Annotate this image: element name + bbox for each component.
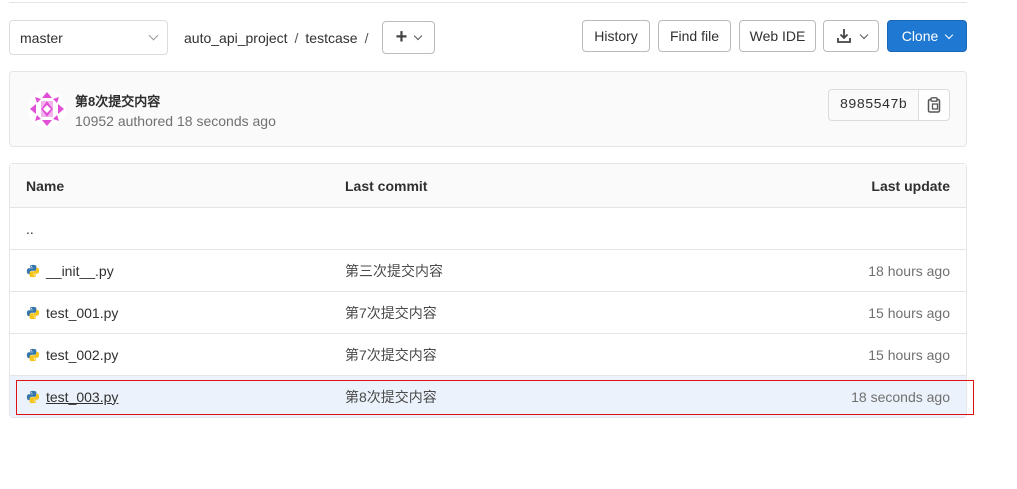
last-update-cell: 15 hours ago <box>868 304 950 321</box>
download-icon <box>836 29 851 43</box>
header-name: Name <box>26 177 65 194</box>
last-update-cell: 15 hours ago <box>868 346 950 363</box>
table-row[interactable]: test_002.py 第7次提交内容 15 hours ago <box>10 333 966 375</box>
file-link[interactable]: test_001.py <box>46 305 118 321</box>
last-update-cell: 18 seconds ago <box>851 388 950 405</box>
table-row[interactable]: test_003.py 第8次提交内容 18 seconds ago <box>10 375 966 417</box>
plus-icon: + <box>395 25 408 48</box>
chevron-down-icon <box>859 30 868 39</box>
python-file-icon <box>26 306 40 319</box>
file-name-cell: test_003.py <box>26 376 118 417</box>
header-last-update: Last update <box>871 177 950 194</box>
commit-message-cell[interactable]: 第8次提交内容 <box>345 376 437 417</box>
python-file-icon <box>26 390 40 403</box>
python-file-icon <box>26 348 40 361</box>
add-to-tree-dropdown[interactable]: + <box>382 21 435 54</box>
breadcrumb-folder[interactable]: testcase <box>305 30 357 46</box>
breadcrumb-project[interactable]: auto_api_project <box>184 30 288 46</box>
file-link[interactable]: test_002.py <box>46 347 118 363</box>
commit-author[interactable]: 10952 <box>75 113 114 129</box>
commit-time: 18 seconds ago <box>177 113 276 129</box>
commit-authored-text: authored <box>117 113 174 129</box>
parent-directory-row[interactable]: .. <box>10 207 966 249</box>
history-label: History <box>594 28 638 44</box>
commit-meta: 10952 authored 18 seconds ago <box>75 113 276 129</box>
file-link[interactable]: test_003.py <box>46 389 118 405</box>
table-row[interactable]: __init__.py 第三次提交内容 18 hours ago <box>10 249 966 291</box>
branch-select[interactable]: master <box>9 20 168 55</box>
clone-label: Clone <box>901 28 939 44</box>
table-header: Name Last commit Last update <box>10 164 966 207</box>
file-name-cell: test_002.py <box>26 334 118 375</box>
chevron-down-icon <box>414 31 423 41</box>
top-divider <box>9 2 967 3</box>
branch-name: master <box>20 29 63 46</box>
repo-toolbar: master auto_api_project / testcase / + H… <box>9 20 967 55</box>
history-button[interactable]: History <box>582 20 650 52</box>
chevron-down-icon <box>148 30 159 41</box>
file-name-cell: __init__.py <box>26 250 114 291</box>
download-dropdown[interactable] <box>823 20 879 52</box>
clipboard-icon <box>927 97 941 113</box>
commit-sha-group: 8985547b <box>827 89 950 121</box>
chevron-down-icon <box>945 30 954 39</box>
breadcrumb-separator: / <box>364 29 369 46</box>
breadcrumb: auto_api_project / testcase / <box>184 20 375 55</box>
python-file-icon <box>26 264 40 277</box>
commit-message-cell[interactable]: 第7次提交内容 <box>345 334 437 375</box>
file-link[interactable]: __init__.py <box>46 263 114 279</box>
last-update-cell: 18 hours ago <box>868 262 950 279</box>
find-file-label: Find file <box>669 28 720 44</box>
clone-dropdown[interactable]: Clone <box>887 20 967 52</box>
file-name-cell: test_001.py <box>26 292 118 333</box>
file-tree-table: Name Last commit Last update .. __init__… <box>9 163 967 418</box>
commit-sha[interactable]: 8985547b <box>827 89 918 121</box>
commit-message-cell[interactable]: 第三次提交内容 <box>345 250 443 291</box>
web-ide-label: Web IDE <box>749 28 806 44</box>
identicon-avatar[interactable] <box>27 89 67 129</box>
parent-directory-link[interactable]: .. <box>26 208 34 249</box>
header-last-commit: Last commit <box>345 177 428 194</box>
copy-sha-button[interactable] <box>918 89 950 121</box>
table-row[interactable]: test_001.py 第7次提交内容 15 hours ago <box>10 291 966 333</box>
web-ide-button[interactable]: Web IDE <box>739 20 816 52</box>
commit-message-cell[interactable]: 第7次提交内容 <box>345 292 437 333</box>
last-commit-panel: 第8次提交内容 10952 authored 18 seconds ago 89… <box>9 71 967 147</box>
breadcrumb-separator: / <box>294 29 299 46</box>
find-file-button[interactable]: Find file <box>658 20 731 52</box>
commit-title[interactable]: 第8次提交内容 <box>75 91 160 110</box>
